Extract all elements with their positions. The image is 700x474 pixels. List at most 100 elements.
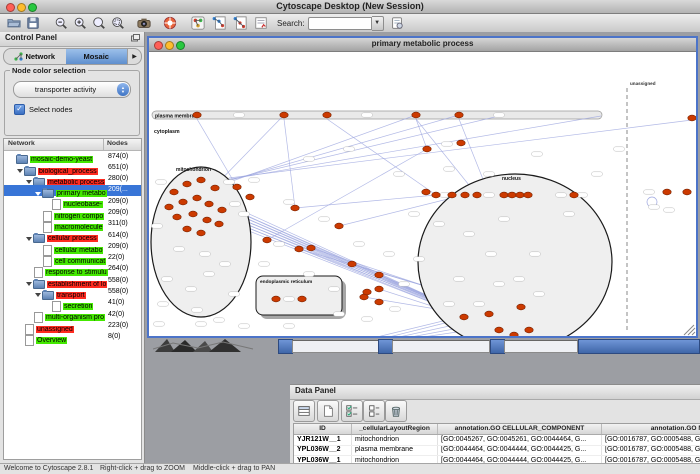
expander-icon[interactable]: [26, 180, 32, 184]
expander-icon[interactable]: [35, 192, 41, 196]
background-window-corner[interactable]: [490, 339, 505, 354]
tree-row[interactable]: macromolecule311(0): [4, 219, 141, 230]
column-header[interactable]: annotation.GO MOLECULAR_FUNCTION: [602, 424, 700, 434]
tree-row[interactable]: response to stimulu264(0): [4, 264, 141, 275]
zoom-fit-icon[interactable]: [91, 15, 107, 31]
node-count: 22(0): [108, 254, 124, 261]
search-label: Search:: [277, 19, 305, 28]
nucleus-label: nucleus: [502, 176, 521, 182]
new-attribute-icon[interactable]: [317, 400, 339, 422]
network-tab-icon: [14, 52, 23, 61]
help-icon[interactable]: [162, 15, 178, 31]
data-panel: Data Panel f(x) ID_cellularLayoutRegiona…: [290, 384, 700, 474]
node-count: 614(0): [108, 232, 128, 239]
tree-row[interactable]: unassigned223(0): [4, 320, 141, 331]
search-options-icon[interactable]: [389, 15, 405, 31]
node-color-dropdown[interactable]: transporter activity ▲▼: [13, 81, 131, 98]
table-row[interactable]: YJR121W__1mitochondrion[GO:0045267, GO:0…: [294, 435, 700, 446]
compartment-nucleus: [418, 174, 612, 336]
expander-icon[interactable]: [17, 169, 23, 173]
background-window-titlebar[interactable]: [578, 339, 700, 354]
cell-mf: [GO:0016787, GO:0005488, GO:0005215, G..…: [602, 446, 700, 456]
table-row[interactable]: YPL036W__2plasma membrane[GO:0044464, GO…: [294, 446, 700, 457]
tree-row[interactable]: nitrogen compo209(0): [4, 207, 141, 218]
column-header[interactable]: _cellularLayoutRegion: [352, 424, 438, 434]
cytoplasm-label: cytoplasm: [154, 129, 180, 135]
search-dropdown-arrow[interactable]: ▼: [372, 16, 384, 31]
node-count: 41(0): [108, 299, 124, 306]
node-count: 209(...: [108, 186, 128, 193]
tree-row[interactable]: nucleobase-209(0): [4, 196, 141, 207]
background-window-edge[interactable]: [292, 340, 379, 353]
tree-row[interactable]: Overview8(0): [4, 332, 141, 343]
tree-row[interactable]: transport558(0): [4, 287, 141, 298]
status-welcome: Welcome to Cytoscape 2.8.1: [4, 465, 93, 472]
data-panel-title: Data Panel: [295, 386, 336, 395]
tree-row[interactable]: establishment of lo558(0): [4, 275, 141, 286]
select-nodes-checkbox[interactable]: ✓: [14, 104, 25, 115]
column-header[interactable]: annotation.GO CELLULAR_COMPONENT: [438, 424, 602, 434]
network-desktop: primary metabolic process plasma membran…: [145, 32, 700, 463]
dropdown-value: transporter activity: [14, 85, 117, 94]
expander-icon[interactable]: [26, 282, 32, 286]
annotation-icon[interactable]: [253, 15, 269, 31]
zoom-selected-icon[interactable]: [110, 15, 126, 31]
window-titlebar: Cytoscape Desktop (New Session): [0, 0, 700, 14]
background-window-corner[interactable]: [378, 339, 393, 354]
search-input[interactable]: [308, 17, 372, 30]
zoom-in-icon[interactable]: [72, 15, 88, 31]
save-icon[interactable]: [25, 15, 41, 31]
unselect-attributes-icon[interactable]: [363, 400, 385, 422]
table-mode-icon[interactable]: [293, 400, 315, 422]
network-tree: Network Nodes mosaic-demo-yeast874(0)bio…: [3, 138, 142, 460]
tree-row[interactable]: cellular metabo209(0): [4, 241, 141, 252]
delete-attribute-icon[interactable]: [385, 400, 407, 422]
node-count: 42(0): [108, 311, 124, 318]
tree-row[interactable]: metabolic process280(0): [4, 174, 141, 185]
node-count: 558(0): [108, 288, 128, 295]
data-panel-toolbar: f(x): [292, 398, 700, 423]
cell-mf: [GO:0016787, GO:0005488, GO:0005215, G..…: [602, 435, 700, 445]
tab-network[interactable]: Network: [4, 49, 66, 64]
tab-mosaic[interactable]: Mosaic: [66, 49, 128, 64]
node-count: 311(0): [108, 220, 128, 227]
column-header[interactable]: ID: [294, 424, 352, 434]
main-toolbar: Search: ▼: [0, 14, 700, 33]
background-window-corner[interactable]: [278, 339, 293, 354]
snapshot-icon[interactable]: [136, 15, 152, 31]
background-network-fragment: [153, 339, 268, 352]
status-zoom-hint: Right-click + drag to ZOOM: [100, 465, 185, 472]
tree-row[interactable]: secretion41(0): [4, 298, 141, 309]
tree-column-nodes[interactable]: Nodes: [107, 140, 128, 147]
network-view-window: primary metabolic process plasma membran…: [147, 36, 698, 338]
float-panel-icon[interactable]: [131, 34, 140, 42]
node-count: 209(0): [108, 209, 128, 216]
cytoscape-desktop: Cytoscape Desktop (New Session) Search: …: [0, 0, 700, 474]
tab-overflow-arrow[interactable]: ▶: [127, 49, 141, 64]
tree-row[interactable]: cell communicat22(0): [4, 253, 141, 264]
destroy-view-icon[interactable]: [232, 15, 248, 31]
expander-icon[interactable]: [35, 293, 41, 297]
file-icon: [25, 335, 34, 346]
control-panel-title: Control Panel: [5, 33, 57, 42]
background-window-edge[interactable]: [392, 340, 490, 353]
tree-row[interactable]: biological_process651(0): [4, 162, 141, 173]
node-count: 280(0): [108, 175, 128, 182]
select-attributes-icon[interactable]: [341, 400, 363, 422]
open-icon[interactable]: [6, 15, 22, 31]
background-window-edge[interactable]: [504, 340, 578, 353]
control-panel: Control Panel Network Mosaic ▶ Node colo…: [0, 32, 145, 463]
network-canvas[interactable]: plasma membranecytoplasmmitochondrionnuc…: [149, 52, 696, 336]
resize-grip[interactable]: [682, 324, 696, 336]
tree-column-network[interactable]: Network: [8, 140, 35, 147]
create-view-icon[interactable]: [211, 15, 227, 31]
zoom-out-icon[interactable]: [53, 15, 69, 31]
tree-row[interactable]: primary metabo209(...: [4, 185, 141, 196]
tree-row[interactable]: multi-organism pro42(0): [4, 309, 141, 320]
expander-icon[interactable]: [26, 237, 32, 241]
tree-row[interactable]: mosaic-demo-yeast874(0): [4, 151, 141, 162]
node-color-selection-group: Node color selection transporter activit…: [4, 70, 140, 136]
tree-row[interactable]: cellular process614(0): [4, 230, 141, 241]
network-overview-icon[interactable]: [190, 15, 206, 31]
node-count: 558(0): [108, 277, 128, 284]
